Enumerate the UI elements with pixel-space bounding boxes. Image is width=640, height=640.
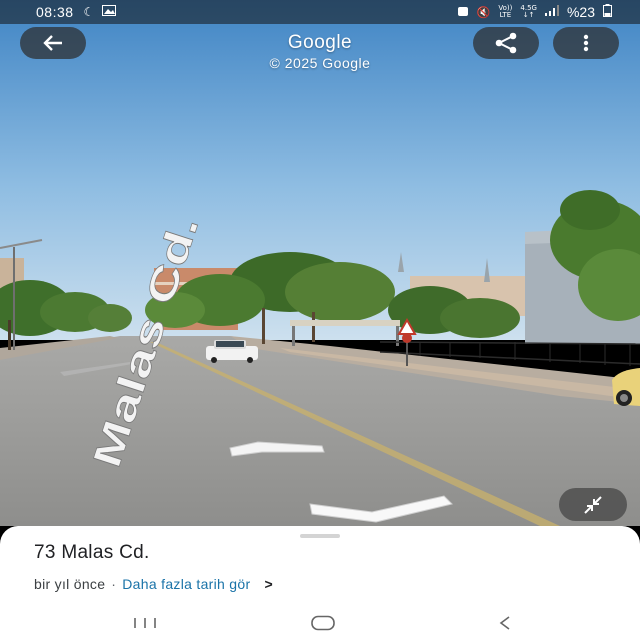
location-bottom-sheet[interactable]: 73 Malas Cd. bir yıl önce · Daha fazla t…: [0, 526, 640, 640]
home-icon: [311, 615, 335, 631]
capture-time: bir yıl önce: [34, 576, 106, 592]
capture-date-row: bir yıl önce · Daha fazla tarih gör >: [34, 576, 273, 592]
address-title: 73 Malas Cd.: [34, 542, 150, 563]
header-title-block: Google © 2025 Google: [220, 32, 420, 71]
more-dates-link[interactable]: Daha fazla tarih gör: [122, 576, 250, 592]
arrow-left-icon: [43, 35, 62, 51]
street-view-screen: Malas Cd. 08:38 ☾ 🔇 Vo))LTE 4.5G↓↑ %23: [0, 0, 640, 640]
volte-indicator: Vo)) LTE: [498, 4, 513, 19]
network-type: 4.5G ↓↑: [520, 4, 537, 19]
collapse-view-button[interactable]: [559, 488, 627, 521]
back-button[interactable]: [20, 27, 86, 59]
home-button[interactable]: [308, 612, 338, 634]
share-button[interactable]: [473, 27, 539, 59]
more-vert-icon: [583, 34, 589, 52]
status-time: 08:38: [36, 4, 74, 20]
recent-apps-button[interactable]: [130, 612, 160, 634]
copyright-text: © 2025 Google: [269, 55, 371, 71]
page-title: Google: [287, 32, 353, 53]
drag-handle[interactable]: [300, 534, 340, 538]
nav-back-icon: [499, 616, 510, 630]
traffic-sign: [406, 340, 408, 366]
mute-icon: 🔇: [476, 5, 491, 19]
separator: ·: [111, 576, 117, 592]
alarm-icon: [457, 5, 469, 20]
system-nav-bar: [0, 604, 640, 640]
moon-icon: ☾: [83, 5, 95, 19]
status-bar: 08:38 ☾ 🔇 Vo)) LTE 4.5G ↓↑ %23: [0, 0, 640, 24]
recents-icon: [134, 618, 156, 628]
nav-back-button[interactable]: [490, 612, 520, 634]
image-icon: [102, 5, 117, 19]
signal-icon: [544, 5, 559, 19]
battery-level: %23: [566, 4, 595, 20]
collapse-icon: [584, 495, 602, 514]
more-options-button[interactable]: [553, 27, 619, 59]
battery-icon: [603, 4, 612, 20]
share-icon: [495, 32, 517, 54]
chevron-right-icon[interactable]: >: [264, 576, 272, 592]
yellow-car: [612, 368, 640, 406]
